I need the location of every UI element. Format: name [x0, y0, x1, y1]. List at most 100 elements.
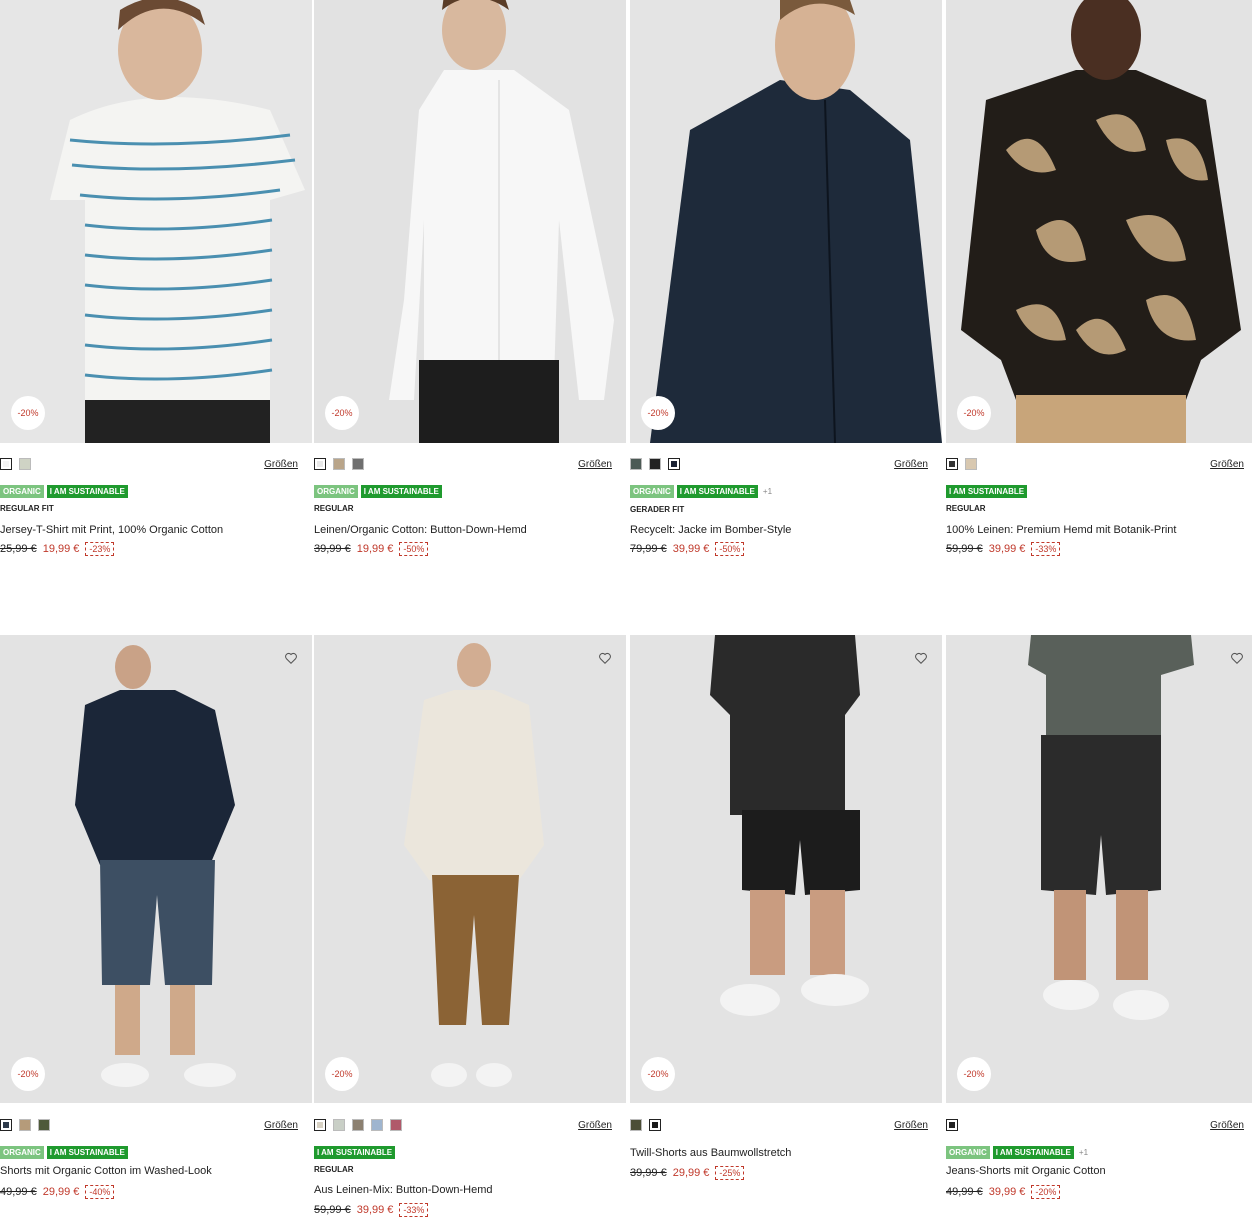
fit-label: REGULAR: [314, 504, 354, 513]
tags: ORGANIC I AM SUSTAINABLE: [314, 485, 442, 498]
discount-badge: -20%: [11, 396, 45, 430]
discount-badge: -20%: [325, 396, 359, 430]
product-image[interactable]: -20%: [630, 0, 942, 443]
color-swatch[interactable]: [0, 1119, 12, 1131]
discount-badge: -20%: [11, 1057, 45, 1091]
color-swatch[interactable]: [371, 1119, 383, 1131]
wishlist-heart-icon[interactable]: [284, 651, 298, 665]
color-swatches: [314, 458, 364, 470]
sizes-link[interactable]: Größen: [578, 459, 612, 470]
product-name[interactable]: Jersey-T-Shirt mit Print, 100% Organic C…: [0, 524, 223, 536]
tag-sustainable: I AM SUSTAINABLE: [46, 485, 128, 498]
tag-organic: ORGANIC: [0, 485, 44, 498]
old-price: 25,99 €: [0, 543, 37, 555]
color-swatch[interactable]: [352, 1119, 364, 1131]
product-photo: [0, 0, 312, 443]
color-swatch[interactable]: [0, 458, 12, 470]
discount-percent: -50%: [715, 542, 745, 556]
tags: ORGANIC I AM SUSTAINABLE +1: [946, 1146, 1088, 1159]
wishlist-heart-icon[interactable]: [598, 651, 612, 665]
price: 59,99 € 39,99 € -33%: [314, 1203, 429, 1217]
sizes-link[interactable]: Größen: [264, 1120, 298, 1131]
color-swatch[interactable]: [314, 458, 326, 470]
product-name[interactable]: Recycelt: Jacke im Bomber-Style: [630, 524, 791, 536]
tags: ORGANIC I AM SUSTAINABLE: [0, 485, 128, 498]
product-name[interactable]: Leinen/Organic Cotton: Button-Down-Hemd: [314, 524, 527, 536]
color-swatch[interactable]: [333, 1119, 345, 1131]
tag-organic: ORGANIC: [946, 1146, 990, 1159]
color-swatch[interactable]: [946, 1119, 958, 1131]
product-photo: [630, 635, 942, 1103]
product-image[interactable]: -20%: [314, 635, 626, 1103]
color-swatch[interactable]: [946, 458, 958, 470]
color-swatch[interactable]: [649, 1119, 661, 1131]
sizes-link[interactable]: Größen: [894, 459, 928, 470]
discount-percent: -50%: [399, 542, 429, 556]
price: 59,99 € 39,99 € -33%: [946, 542, 1061, 556]
wishlist-heart-icon[interactable]: [914, 651, 928, 665]
sizes-link[interactable]: Größen: [894, 1120, 928, 1131]
discount-badge: -20%: [325, 1057, 359, 1091]
more-tags-count: +1: [762, 487, 773, 496]
sizes-link[interactable]: Größen: [264, 459, 298, 470]
product-image[interactable]: -20%: [630, 635, 942, 1103]
product-image[interactable]: -20%: [946, 0, 1252, 443]
sale-price: 29,99 €: [672, 1167, 710, 1179]
old-price: 49,99 €: [946, 1186, 983, 1198]
product-photo: [946, 635, 1252, 1103]
price: 39,99 € 29,99 € -25%: [630, 1166, 745, 1180]
product-image[interactable]: -20%: [314, 0, 626, 443]
color-swatch[interactable]: [314, 1119, 326, 1131]
sale-price: 39,99 €: [356, 1204, 394, 1216]
discount-badge: -20%: [957, 396, 991, 430]
color-swatch[interactable]: [668, 458, 680, 470]
color-swatch[interactable]: [630, 1119, 642, 1131]
color-swatch[interactable]: [333, 458, 345, 470]
tags: I AM SUSTAINABLE: [314, 1146, 396, 1159]
product-image[interactable]: -20%: [0, 635, 312, 1103]
tag-sustainable: I AM SUSTAINABLE: [946, 485, 1028, 498]
sizes-link[interactable]: Größen: [578, 1120, 612, 1131]
discount-percent: -25%: [715, 1166, 745, 1180]
tag-organic: ORGANIC: [0, 1146, 44, 1159]
old-price: 59,99 €: [946, 543, 983, 555]
fit-label: REGULAR: [314, 1165, 354, 1174]
color-swatch[interactable]: [390, 1119, 402, 1131]
product-name[interactable]: Shorts mit Organic Cotton im Washed-Look: [0, 1165, 212, 1177]
color-swatch[interactable]: [19, 458, 31, 470]
sizes-link[interactable]: Größen: [1210, 1120, 1244, 1131]
product-name[interactable]: Jeans-Shorts mit Organic Cotton: [946, 1165, 1106, 1177]
discount-percent: -33%: [399, 1203, 429, 1217]
sale-price: 39,99 €: [988, 543, 1026, 555]
sizes-link[interactable]: Größen: [1210, 459, 1244, 470]
tags: I AM SUSTAINABLE: [946, 485, 1028, 498]
color-swatches: [946, 1119, 958, 1131]
color-swatches: [630, 458, 680, 470]
price: 49,99 € 29,99 € -40%: [0, 1185, 115, 1199]
sale-price: 39,99 €: [672, 543, 710, 555]
discount-percent: -40%: [85, 1185, 115, 1199]
price: 39,99 € 19,99 € -50%: [314, 542, 429, 556]
old-price: 49,99 €: [0, 1186, 37, 1198]
product-name[interactable]: 100% Leinen: Premium Hemd mit Botanik-Pr…: [946, 524, 1176, 536]
product-name[interactable]: Aus Leinen-Mix: Button-Down-Hemd: [314, 1184, 493, 1196]
color-swatch[interactable]: [965, 458, 977, 470]
discount-percent: -20%: [1031, 1185, 1061, 1199]
wishlist-heart-icon[interactable]: [1230, 651, 1244, 665]
color-swatch[interactable]: [19, 1119, 31, 1131]
color-swatch[interactable]: [649, 458, 661, 470]
old-price: 59,99 €: [314, 1204, 351, 1216]
discount-percent: -33%: [1031, 542, 1061, 556]
tags: ORGANIC I AM SUSTAINABLE: [0, 1146, 128, 1159]
old-price: 39,99 €: [630, 1167, 667, 1179]
color-swatch[interactable]: [38, 1119, 50, 1131]
product-image[interactable]: -20%: [0, 0, 312, 443]
product-photo: [630, 0, 942, 443]
discount-badge: -20%: [957, 1057, 991, 1091]
price: 25,99 € 19,99 € -23%: [0, 542, 115, 556]
color-swatch[interactable]: [352, 458, 364, 470]
color-swatch[interactable]: [630, 458, 642, 470]
tag-sustainable: I AM SUSTAINABLE: [676, 485, 758, 498]
product-name[interactable]: Twill-Shorts aus Baumwollstretch: [630, 1147, 791, 1159]
product-image[interactable]: -20%: [946, 635, 1252, 1103]
